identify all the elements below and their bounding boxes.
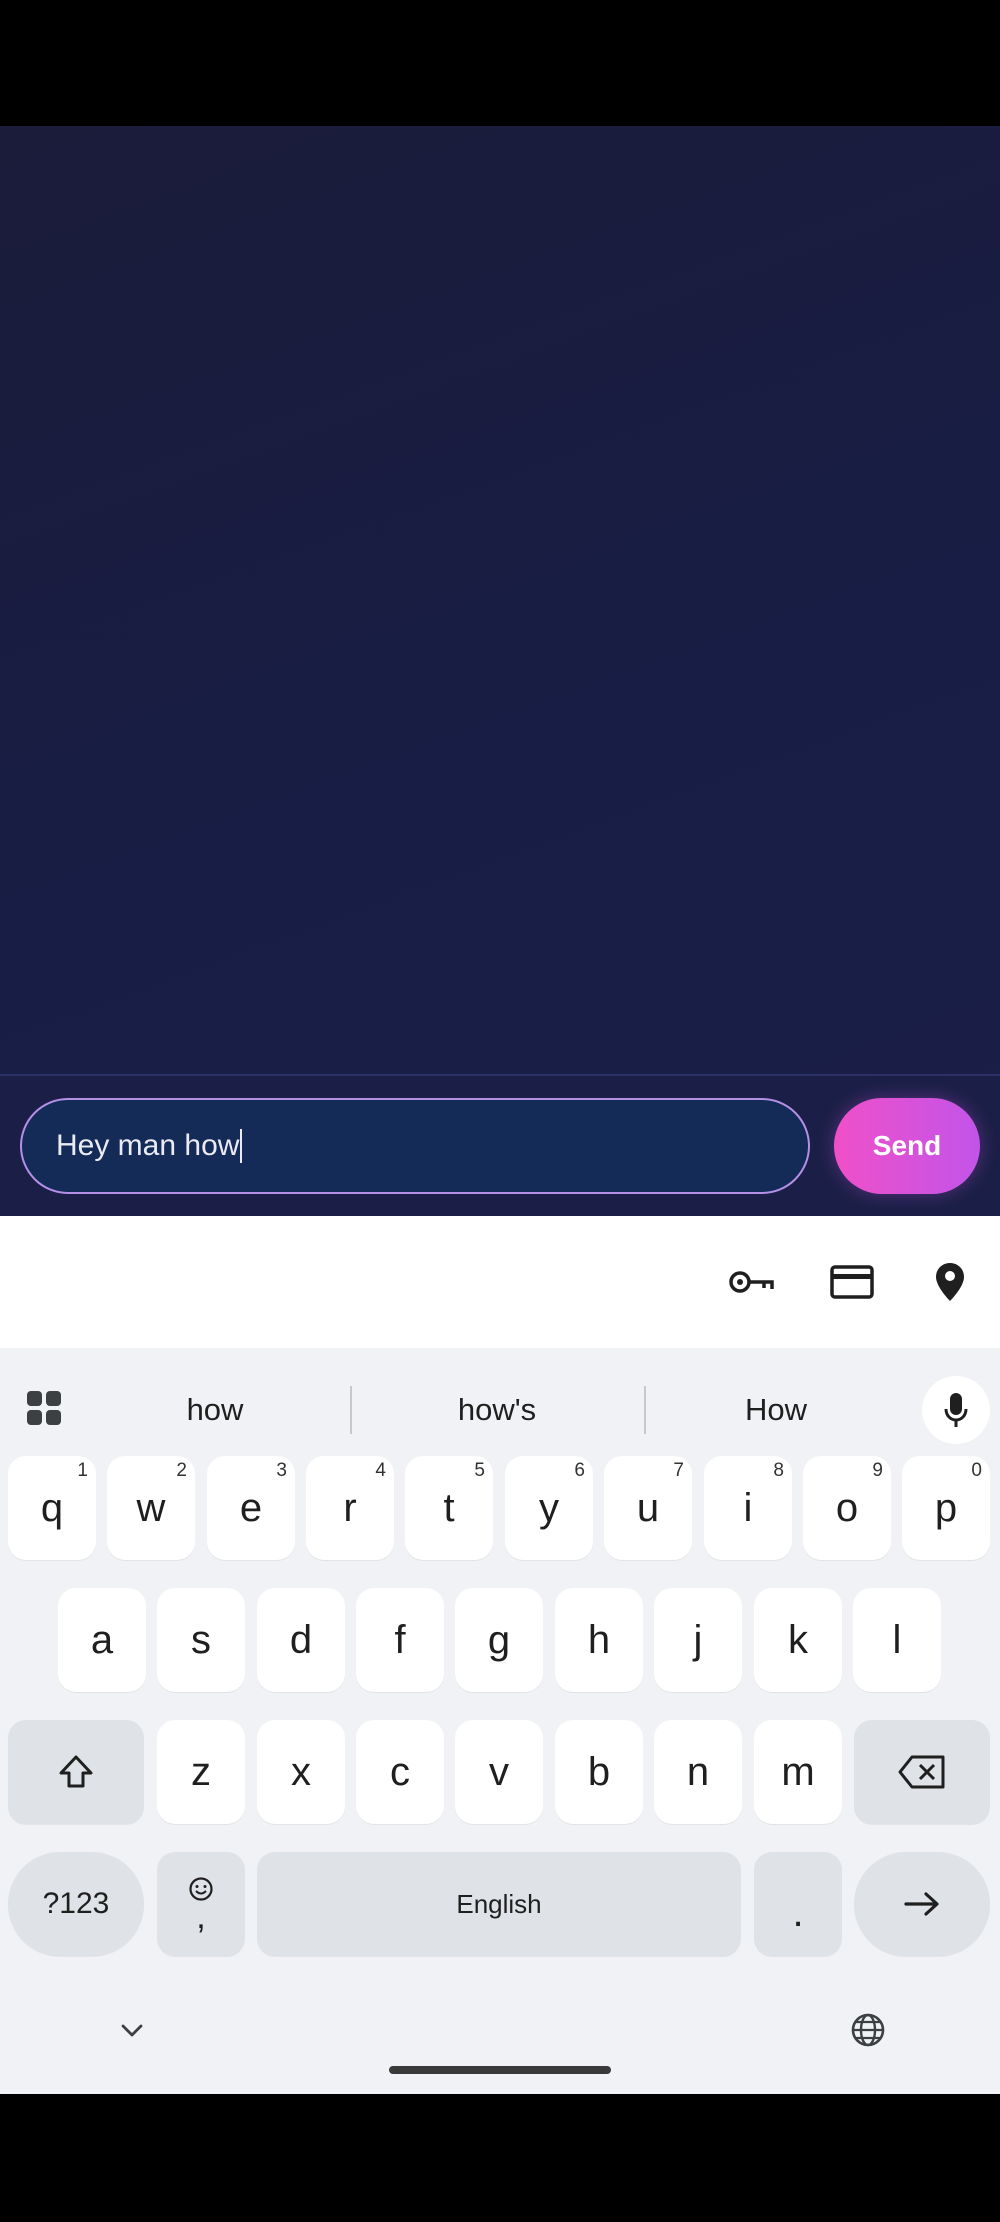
key-hint: 1	[77, 1460, 88, 1481]
key-n[interactable]: n	[654, 1720, 742, 1824]
location-pin-icon[interactable]	[924, 1256, 976, 1308]
key-label: w	[136, 1485, 166, 1530]
credit-card-icon[interactable]	[826, 1256, 878, 1308]
key-g[interactable]: g	[455, 1588, 543, 1692]
key-hint: 7	[673, 1460, 684, 1481]
key-label: e	[239, 1485, 263, 1530]
chat-messages-area	[0, 126, 1000, 1074]
backspace-key[interactable]	[854, 1720, 990, 1824]
key-k[interactable]: k	[754, 1588, 842, 1692]
chevron-down-icon[interactable]	[114, 2012, 150, 2048]
key-b[interactable]: b	[555, 1720, 643, 1824]
key-u[interactable]: u7	[604, 1456, 692, 1560]
backspace-icon	[898, 1755, 945, 1789]
key-hint: 5	[474, 1460, 485, 1481]
key-m[interactable]: m	[754, 1720, 842, 1824]
key-hint: 9	[872, 1460, 883, 1481]
key-hint: 2	[176, 1460, 187, 1481]
key-w[interactable]: w2	[107, 1456, 195, 1560]
chat-app: Hey man how Send	[0, 126, 1000, 1216]
soft-keyboard: how how's How q1 w2 e3 r4 t5 y6 u7 i8 o9…	[0, 1216, 1000, 2094]
key-v[interactable]: v	[455, 1720, 543, 1824]
key-t[interactable]: t5	[405, 1456, 493, 1560]
key-hint: 0	[971, 1460, 982, 1481]
key-icon[interactable]	[726, 1256, 778, 1308]
key-y[interactable]: y6	[505, 1456, 593, 1560]
comma-label: ,	[196, 1898, 206, 1936]
suggestion-3[interactable]: How	[646, 1348, 906, 1472]
emoji-comma-key[interactable]: ,	[157, 1852, 245, 1956]
key-label: y	[539, 1485, 559, 1530]
key-label: r	[343, 1485, 357, 1530]
key-c[interactable]: c	[356, 1720, 444, 1824]
key-p[interactable]: p0	[902, 1456, 990, 1560]
message-input[interactable]: Hey man how	[20, 1098, 810, 1194]
key-f[interactable]: f	[356, 1588, 444, 1692]
key-hint: 6	[574, 1460, 585, 1481]
shift-icon	[59, 1755, 93, 1788]
apps-grid-icon[interactable]	[26, 1390, 62, 1426]
bottom-bezel	[0, 2094, 1000, 2222]
keyboard-nav-row	[0, 1972, 1000, 2094]
key-s[interactable]: s	[157, 1588, 245, 1692]
message-composer: Hey man how Send	[0, 1074, 1000, 1216]
key-label: o	[835, 1485, 859, 1530]
period-key[interactable]: .	[754, 1852, 842, 1956]
shift-key[interactable]	[8, 1720, 144, 1824]
key-h[interactable]: h	[555, 1588, 643, 1692]
key-hint: 8	[773, 1460, 784, 1481]
send-button[interactable]: Send	[834, 1098, 980, 1194]
key-r[interactable]: r4	[306, 1456, 394, 1560]
globe-icon[interactable]	[848, 2010, 888, 2050]
key-hint: 3	[276, 1460, 287, 1481]
mic-icon[interactable]	[922, 1376, 990, 1444]
key-i[interactable]: i8	[704, 1456, 792, 1560]
key-q[interactable]: q1	[8, 1456, 96, 1560]
key-a[interactable]: a	[58, 1588, 146, 1692]
arrow-right-icon	[904, 1892, 939, 1916]
key-hint: 4	[375, 1460, 386, 1481]
suggestion-1[interactable]: how	[80, 1348, 350, 1472]
key-d[interactable]: d	[257, 1588, 345, 1692]
key-z[interactable]: z	[157, 1720, 245, 1824]
key-j[interactable]: j	[654, 1588, 742, 1692]
key-label: t	[443, 1485, 455, 1530]
key-l[interactable]: l	[853, 1588, 941, 1692]
key-e[interactable]: e3	[207, 1456, 295, 1560]
key-label: u	[636, 1485, 660, 1530]
phone-screen: Hey man how Send how how's How q 1 w 2 e…	[0, 0, 1000, 2222]
autofill-bar	[0, 1216, 1000, 1348]
message-input-text: Hey man how	[56, 1129, 240, 1162]
text-caret	[240, 1129, 243, 1163]
home-indicator[interactable]	[389, 2066, 611, 2074]
enter-key[interactable]	[854, 1852, 990, 1956]
key-label: q	[40, 1485, 64, 1530]
suggestion-bar: how how's How	[0, 1348, 1000, 1472]
key-o[interactable]: o9	[803, 1456, 891, 1560]
key-label: p	[934, 1485, 958, 1530]
symbols-key[interactable]: ?123	[8, 1852, 144, 1956]
suggestion-2[interactable]: how's	[352, 1348, 642, 1472]
key-label: i	[743, 1485, 753, 1530]
key-x[interactable]: x	[257, 1720, 345, 1824]
space-key[interactable]: English	[257, 1852, 741, 1956]
